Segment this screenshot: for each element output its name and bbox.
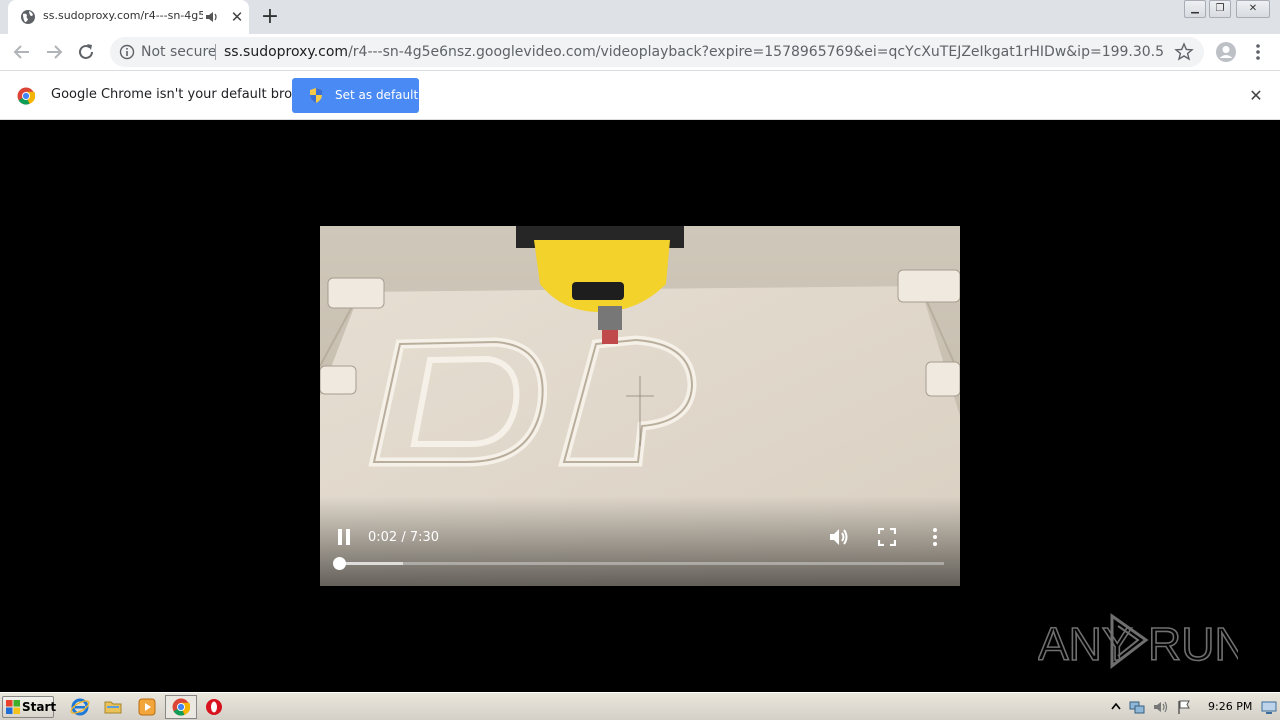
time-display: 0:02 / 7:30 bbox=[368, 530, 440, 545]
chrome-taskbar-button[interactable] bbox=[165, 695, 197, 719]
tab-close-icon[interactable]: ✕ bbox=[228, 8, 246, 26]
action-center-flag-icon[interactable] bbox=[1176, 699, 1192, 715]
reload-icon[interactable] bbox=[73, 39, 99, 65]
internet-explorer-icon[interactable] bbox=[70, 697, 90, 717]
show-desktop-icon[interactable] bbox=[1261, 699, 1277, 715]
network-icon[interactable] bbox=[1129, 699, 1145, 715]
info-icon[interactable] bbox=[119, 44, 135, 60]
screen: ss.sudoproxy.com/r4---sn-4g5e6nsz.google… bbox=[0, 0, 1280, 720]
globe-icon bbox=[21, 10, 35, 24]
url-host: ss.sudoproxy.com bbox=[224, 44, 349, 60]
start-button[interactable]: Start bbox=[2, 696, 57, 718]
uac-shield-icon bbox=[310, 88, 322, 103]
pause-icon[interactable] bbox=[336, 528, 352, 546]
browser-toolbar: Not secure ss.sudoproxy.com/r4---sn-4g5e… bbox=[0, 34, 1280, 71]
restore-button[interactable]: ❐ bbox=[1209, 0, 1231, 18]
omnibox-divider bbox=[215, 44, 216, 60]
forward-arrow-icon[interactable] bbox=[41, 39, 67, 65]
chrome-icon bbox=[17, 87, 35, 105]
back-arrow-icon[interactable] bbox=[9, 39, 35, 65]
tab-strip: ss.sudoproxy.com/r4---sn-4g5e6nsz.google… bbox=[0, 0, 1280, 34]
close-window-button[interactable]: ✕ bbox=[1236, 0, 1270, 18]
seek-buffered bbox=[336, 562, 403, 565]
tab-title: ss.sudoproxy.com/r4---sn-4g5e6nsz.google… bbox=[43, 9, 203, 22]
windows-taskbar: Start 9:26 PM bbox=[0, 692, 1280, 720]
show-hidden-icons-icon[interactable] bbox=[1108, 699, 1124, 715]
default-browser-infobar: Google Chrome isn't your default browser… bbox=[0, 71, 1280, 120]
security-label[interactable]: Not secure bbox=[141, 44, 217, 60]
seek-bar[interactable] bbox=[332, 557, 944, 570]
star-icon[interactable] bbox=[1174, 42, 1194, 62]
page-viewport: 0:02 / 7:30 ANY RUN bbox=[0, 120, 1280, 692]
speaker-icon[interactable] bbox=[204, 9, 220, 25]
new-tab-button[interactable]: + bbox=[258, 5, 282, 29]
system-clock[interactable]: 9:26 PM bbox=[1208, 700, 1252, 713]
browser-tab[interactable]: ss.sudoproxy.com/r4---sn-4g5e6nsz.google… bbox=[8, 0, 249, 34]
video-player[interactable]: 0:02 / 7:30 bbox=[320, 226, 960, 586]
fullscreen-icon[interactable] bbox=[878, 528, 896, 546]
opera-icon[interactable] bbox=[204, 697, 224, 717]
set-as-default-label: Set as default bbox=[335, 88, 419, 102]
url-path: /r4---sn-4g5e6nsz.googlevideo.com/videop… bbox=[348, 44, 1164, 60]
infobar-close-icon[interactable]: ✕ bbox=[1246, 86, 1266, 106]
volume-icon[interactable] bbox=[828, 527, 850, 547]
minimize-button[interactable]: ▁ bbox=[1184, 0, 1206, 18]
kebab-menu-icon[interactable] bbox=[1250, 40, 1266, 64]
set-as-default-button[interactable]: Set as default bbox=[292, 78, 419, 113]
profile-icon[interactable] bbox=[1215, 41, 1237, 63]
explorer-folder-icon[interactable] bbox=[103, 697, 123, 717]
windows-flag-icon bbox=[6, 700, 20, 714]
address-bar[interactable]: Not secure ss.sudoproxy.com/r4---sn-4g5e… bbox=[110, 37, 1204, 67]
url-text[interactable]: ss.sudoproxy.com/r4---sn-4g5e6nsz.google… bbox=[224, 44, 1164, 60]
chrome-icon bbox=[172, 698, 190, 716]
media-player-icon[interactable] bbox=[137, 697, 157, 717]
watermark-text-right: RUN bbox=[1148, 618, 1238, 670]
infobar-message: Google Chrome isn't your default browser bbox=[51, 87, 323, 102]
start-label: Start bbox=[22, 700, 57, 714]
volume-icon[interactable] bbox=[1152, 699, 1168, 715]
anyrun-watermark-logo: ANY RUN bbox=[1038, 613, 1238, 670]
video-more-options-icon[interactable] bbox=[930, 527, 940, 547]
seek-handle[interactable] bbox=[332, 557, 346, 570]
